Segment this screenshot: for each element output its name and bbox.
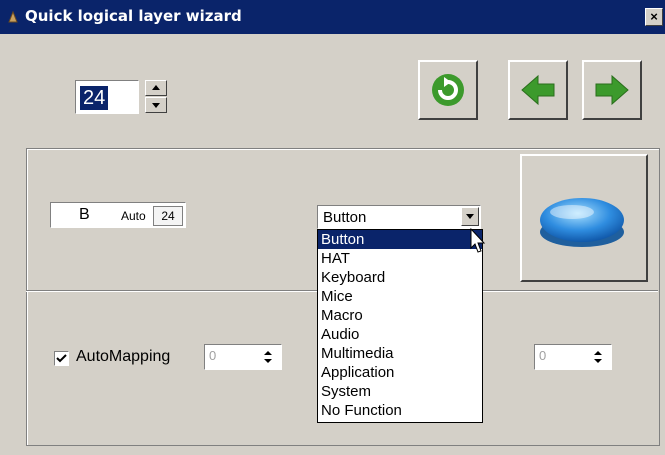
button-letter: B — [79, 206, 90, 223]
type-select[interactable]: Button — [317, 205, 481, 229]
dropdown-option-audio[interactable]: Audio — [318, 325, 482, 344]
back-button[interactable] — [508, 60, 568, 120]
automapping-checkbox[interactable] — [54, 351, 69, 366]
chevron-down-icon — [152, 103, 160, 108]
right-number-value: 0 — [539, 348, 547, 363]
arrow-left-icon — [521, 74, 555, 106]
up-down-arrows-icon[interactable] — [593, 350, 603, 364]
mouse-cursor-icon — [470, 228, 486, 253]
spin-up-button[interactable] — [145, 80, 167, 96]
right-number-spinner[interactable]: 0 — [534, 344, 612, 370]
auto-label: Auto — [121, 209, 146, 223]
button-id-field[interactable]: B Auto 24 — [50, 202, 186, 228]
type-select-value: Button — [323, 209, 367, 226]
spin-down-button[interactable] — [145, 97, 167, 113]
chevron-up-icon — [152, 85, 160, 90]
title-bar[interactable]: Quick logical layer wizard × — [0, 0, 665, 34]
dropdown-option-no-function[interactable]: No Function — [318, 401, 482, 420]
dropdown-option-macro[interactable]: Macro — [318, 306, 482, 325]
layer-spinner[interactable]: 24 — [75, 80, 167, 114]
up-down-arrows-icon[interactable] — [263, 350, 273, 364]
dropdown-option-multimedia[interactable]: Multimedia — [318, 344, 482, 363]
refresh-icon — [432, 74, 464, 106]
left-number-spinner[interactable]: 0 — [204, 344, 282, 370]
chevron-down-icon — [466, 214, 474, 219]
button-preview — [520, 154, 648, 282]
dropdown-option-button[interactable]: Button — [318, 230, 482, 249]
auto-value: 24 — [153, 206, 183, 226]
app-icon — [8, 10, 18, 23]
layer-value: 24 — [80, 86, 109, 110]
dropdown-option-application[interactable]: Application — [318, 363, 482, 382]
close-button[interactable]: × — [645, 8, 663, 26]
window-title: Quick logical layer wizard — [25, 7, 242, 25]
arrow-right-icon — [595, 74, 629, 106]
type-dropdown-list: Button HAT Keyboard Mice Macro Audio Mul… — [317, 229, 483, 423]
blue-button-icon — [540, 198, 624, 247]
wizard-window: Quick logical layer wizard × 24 B Auto 2… — [0, 0, 665, 455]
automapping-label[interactable]: AutoMapping — [76, 348, 170, 366]
left-number-value: 0 — [209, 348, 217, 363]
type-select-arrow[interactable] — [461, 207, 479, 226]
layer-value-field[interactable]: 24 — [75, 80, 139, 114]
forward-button[interactable] — [582, 60, 642, 120]
refresh-button[interactable] — [418, 60, 478, 120]
dropdown-option-system[interactable]: System — [318, 382, 482, 401]
dropdown-option-mice[interactable]: Mice — [318, 287, 482, 306]
dropdown-option-hat[interactable]: HAT — [318, 249, 482, 268]
dropdown-option-keyboard[interactable]: Keyboard — [318, 268, 482, 287]
checkmark-icon — [56, 354, 67, 363]
